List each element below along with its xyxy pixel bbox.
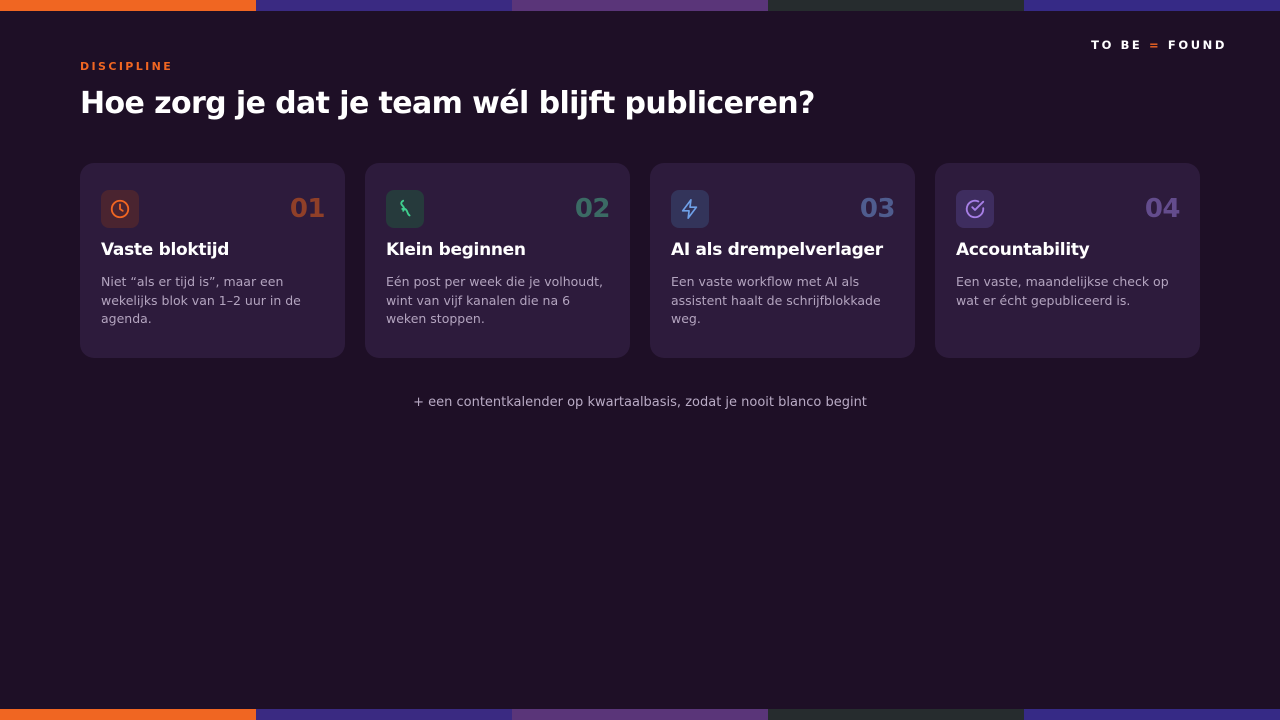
brand-separator: = <box>1149 38 1162 52</box>
card-text: Een vaste, maandelijkse check op wat er … <box>956 274 1169 308</box>
brand-part-1: TO BE <box>1091 38 1143 52</box>
card-icon-box <box>101 189 139 228</box>
stripe-segment <box>1024 709 1280 720</box>
card-row: 01 Vaste bloktijd Niet “als er tijd is”,… <box>80 163 1200 358</box>
check-circle-icon <box>965 199 985 218</box>
card-icon-box <box>671 189 709 228</box>
card-ai-als-drempelverlager: 03 AI als drempelverlager Een vaste work… <box>650 163 915 358</box>
sprout-icon <box>400 199 411 216</box>
card-title: Klein beginnen <box>386 240 526 260</box>
stripe-segment <box>512 709 768 720</box>
stripe-segment <box>0 709 256 720</box>
section-eyebrow: DISCIPLINE <box>80 60 174 73</box>
lightning-icon <box>681 198 698 219</box>
card-icon-box <box>956 189 994 228</box>
stripe-segment <box>768 709 1024 720</box>
card-title: Vaste bloktijd <box>101 240 230 260</box>
stripe-segment <box>512 0 768 11</box>
clock-icon <box>110 199 130 218</box>
card-text: Een vaste workflow met AI als assistent … <box>671 274 881 326</box>
card-number: 02 <box>574 193 611 224</box>
card-text: Niet “als er tijd is”, maar een wekelijk… <box>101 274 301 326</box>
card-title: Accountability <box>956 240 1090 260</box>
stripe-segment <box>0 0 256 11</box>
stripe-segment <box>1024 0 1280 11</box>
stripe-segment <box>256 0 512 11</box>
card-vaste-bloktijd: 01 Vaste bloktijd Niet “als er tijd is”,… <box>80 163 345 358</box>
top-color-stripe <box>0 0 1280 11</box>
card-number: 03 <box>859 193 896 224</box>
card-title: AI als drempelverlager <box>671 240 883 260</box>
card-number: 04 <box>1144 193 1181 224</box>
card-klein-beginnen: 02 Klein beginnen Eén post per week die … <box>365 163 630 358</box>
card-icon-box <box>386 189 424 228</box>
card-number: 01 <box>289 193 326 224</box>
card-accountability: 04 Accountability Een vaste, maandelijks… <box>935 163 1200 358</box>
page-title: Hoe zorg je dat je team wél blijft publi… <box>80 86 815 121</box>
stripe-segment <box>256 709 512 720</box>
brand-part-2: FOUND <box>1167 38 1227 52</box>
stripe-segment <box>768 0 1024 11</box>
brand-logo: TO BE = FOUND <box>1091 38 1227 52</box>
footnote: + een contentkalender op kwartaalbasis, … <box>413 395 867 410</box>
bottom-color-stripe <box>0 709 1280 720</box>
card-text: Eén post per week die je volhoudt, wint … <box>386 274 604 326</box>
